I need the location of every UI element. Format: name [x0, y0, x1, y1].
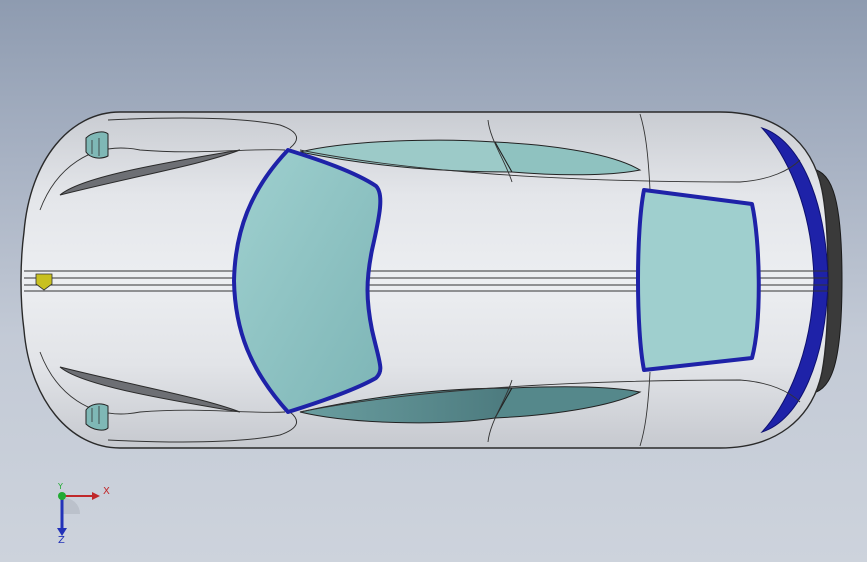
graphics-viewport[interactable]: X Y Z — [0, 0, 867, 562]
car-model[interactable] — [0, 0, 867, 562]
y-axis-point — [58, 492, 66, 500]
y-axis-label: Y — [58, 482, 63, 491]
rear-window — [636, 188, 761, 372]
headlight-bottom — [85, 403, 109, 431]
x-axis-label: X — [103, 486, 110, 497]
x-axis-arrow — [92, 492, 100, 500]
headlight-top — [85, 131, 109, 159]
z-axis-label: Z — [58, 535, 65, 546]
coordinate-triad: X Y Z — [40, 478, 120, 548]
